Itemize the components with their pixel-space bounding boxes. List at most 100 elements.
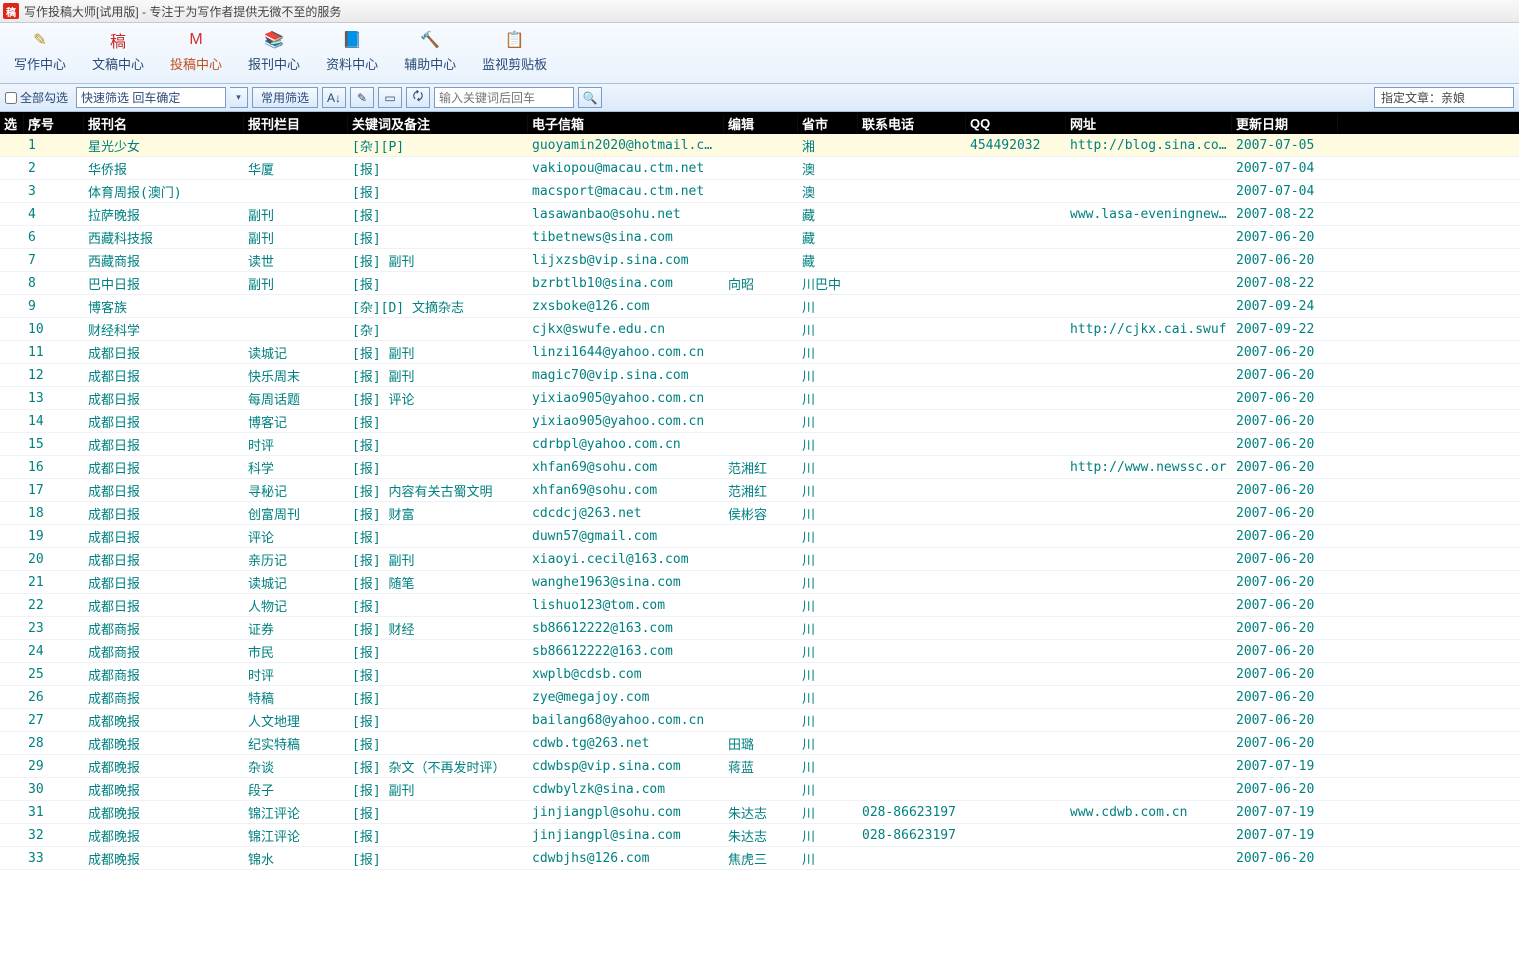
cell-section: 时评 bbox=[244, 665, 348, 684]
toolbar-doc-button[interactable]: 稿文稿中心 bbox=[84, 26, 152, 76]
col-index[interactable]: 序号 bbox=[24, 114, 84, 133]
cell-idx: 16 bbox=[24, 460, 84, 475]
table-row[interactable]: 25成都商报时评[报]xwplb@cdsb.com川2007-06-20 bbox=[0, 663, 1519, 686]
cell-email: jinjiangpl@sina.com bbox=[528, 828, 724, 843]
table-row[interactable]: 4拉萨晚报副刊[报]lasawanbao@sohu.net藏www.lasa-e… bbox=[0, 203, 1519, 226]
cell-region: 川 bbox=[798, 803, 858, 822]
table-row[interactable]: 33成都晚报锦水[报]cdwbjhs@126.com焦虎三川2007-06-20 bbox=[0, 847, 1519, 870]
table-row[interactable]: 6西藏科技报副刊[报]tibetnews@sina.com藏2007-06-20 bbox=[0, 226, 1519, 249]
table-row[interactable]: 10财经科学[杂]cjkx@swufe.edu.cn川http://cjkx.c… bbox=[0, 318, 1519, 341]
sort-az-button[interactable]: A↓ bbox=[322, 87, 346, 108]
cell-date: 2007-07-05 bbox=[1232, 138, 1338, 153]
col-qq[interactable]: QQ bbox=[966, 116, 1066, 131]
table-row[interactable]: 23成都商报证券[报] 财经sb86612222@163.com川2007-06… bbox=[0, 617, 1519, 640]
edit-cell-button[interactable]: ▭ bbox=[378, 87, 402, 108]
table-row[interactable]: 7西藏商报读世[报] 副刊lijxzsb@vip.sina.com藏2007-0… bbox=[0, 249, 1519, 272]
table-row[interactable]: 27成都晚报人文地理[报]bailang68@yahoo.com.cn川2007… bbox=[0, 709, 1519, 732]
table-row[interactable]: 17成都日报寻秘记[报] 内容有关古蜀文明xhfan69@sohu.com范湘红… bbox=[0, 479, 1519, 502]
cell-name: 成都晚报 bbox=[84, 711, 244, 730]
edit-pencil-button[interactable]: ✎ bbox=[350, 87, 374, 108]
window-titlebar: 稿 写作投稿大师[试用版] - 专注于为写作者提供无微不至的服务 bbox=[0, 0, 1519, 23]
table-row[interactable]: 15成都日报时评[报]cdrbpl@yahoo.com.cn川2007-06-2… bbox=[0, 433, 1519, 456]
cell-name: 巴中日报 bbox=[84, 274, 244, 293]
col-url[interactable]: 网址 bbox=[1066, 114, 1232, 133]
table-row[interactable]: 14成都日报博客记[报]yixiao905@yahoo.com.cn川2007-… bbox=[0, 410, 1519, 433]
toolbar-data-button[interactable]: 📘资料中心 bbox=[318, 26, 386, 76]
cell-region: 川 bbox=[798, 619, 858, 638]
table-row[interactable]: 26成都商报特稿[报]zye@megajoy.com川2007-06-20 bbox=[0, 686, 1519, 709]
col-editor[interactable]: 编辑 bbox=[724, 114, 798, 133]
toolbar-clip-button[interactable]: 📋监视剪贴板 bbox=[474, 26, 555, 76]
col-section[interactable]: 报刊栏目 bbox=[244, 114, 348, 133]
keyword-search-input[interactable] bbox=[434, 87, 574, 108]
cell-name: 成都商报 bbox=[84, 688, 244, 707]
cell-idx: 9 bbox=[24, 299, 84, 314]
cell-region: 川 bbox=[798, 343, 858, 362]
search-button[interactable]: 🔍 bbox=[578, 87, 602, 108]
common-filter-button[interactable]: 常用筛选 bbox=[252, 87, 318, 108]
cell-date: 2007-08-22 bbox=[1232, 207, 1338, 222]
table-row[interactable]: 21成都日报读城记[报] 随笔wanghe1963@sina.com川2007-… bbox=[0, 571, 1519, 594]
col-phone[interactable]: 联系电话 bbox=[858, 114, 966, 133]
table-row[interactable]: 30成都晚报段子[报] 副刊cdwbylzk@sina.com川2007-06-… bbox=[0, 778, 1519, 801]
toolbar-aux-button[interactable]: 🔨辅助中心 bbox=[396, 26, 464, 76]
table-row[interactable]: 9博客族[杂][D] 文摘杂志zxsboke@126.com川2007-09-2… bbox=[0, 295, 1519, 318]
refresh-button[interactable]: 🗘 bbox=[406, 87, 430, 108]
col-date[interactable]: 更新日期 bbox=[1232, 114, 1338, 133]
table-row[interactable]: 1星光少女[杂][P]guoyamin2020@hotmail.com湘4544… bbox=[0, 134, 1519, 157]
table-row[interactable]: 20成都日报亲历记[报] 副刊xiaoyi.cecil@163.com川2007… bbox=[0, 548, 1519, 571]
select-all-label: 全部勾选 bbox=[20, 89, 68, 106]
col-select[interactable]: 选 bbox=[0, 114, 24, 133]
table-row[interactable]: 11成都日报读城记[报] 副刊linzi1644@yahoo.com.cn川20… bbox=[0, 341, 1519, 364]
cell-email: vakiopou@macau.ctm.net bbox=[528, 161, 724, 176]
table-row[interactable]: 31成都晚报锦江评论[报]jinjiangpl@sohu.com朱达志川028-… bbox=[0, 801, 1519, 824]
table-body[interactable]: 1星光少女[杂][P]guoyamin2020@hotmail.com湘4544… bbox=[0, 134, 1519, 964]
table-row[interactable]: 12成都日报快乐周末[报] 副刊magic70@vip.sina.com川200… bbox=[0, 364, 1519, 387]
select-all-checkbox[interactable]: 全部勾选 bbox=[5, 89, 68, 106]
table-row[interactable]: 32成都晚报锦江评论[报]jinjiangpl@sina.com朱达志川028-… bbox=[0, 824, 1519, 847]
quick-filter-input[interactable] bbox=[76, 87, 226, 108]
cell-section: 创富周刊 bbox=[244, 504, 348, 523]
cell-region: 川 bbox=[798, 297, 858, 316]
cell-url: http://cjkx.cai.swuf bbox=[1066, 322, 1232, 337]
cell-email: cjkx@swufe.edu.cn bbox=[528, 322, 724, 337]
col-email[interactable]: 电子信箱 bbox=[528, 114, 724, 133]
table-row[interactable]: 3体育周报(澳门)[报]macsport@macau.ctm.net澳2007-… bbox=[0, 180, 1519, 203]
table-row[interactable]: 2华侨报华厦[报]vakiopou@macau.ctm.net澳2007-07-… bbox=[0, 157, 1519, 180]
table-row[interactable]: 29成都晚报杂谈[报] 杂文（不再发时评）cdwbsp@vip.sina.com… bbox=[0, 755, 1519, 778]
cell-date: 2007-06-20 bbox=[1232, 253, 1338, 268]
col-keywords[interactable]: 关键词及备注 bbox=[348, 114, 528, 133]
cell-section: 副刊 bbox=[244, 205, 348, 224]
col-region[interactable]: 省市 bbox=[798, 114, 858, 133]
table-row[interactable]: 13成都日报每周话题[报] 评论yixiao905@yahoo.com.cn川2… bbox=[0, 387, 1519, 410]
write-icon: ✎ bbox=[29, 29, 51, 51]
cell-email: sb86612222@163.com bbox=[528, 644, 724, 659]
cell-idx: 17 bbox=[24, 483, 84, 498]
filter-bar: 全部勾选 ▾ 常用筛选 A↓ ✎ ▭ 🗘 🔍 指定文章：亲娘 bbox=[0, 84, 1519, 112]
cell-editor: 范湘红 bbox=[724, 458, 798, 477]
cell-email: cdwb.tg@263.net bbox=[528, 736, 724, 751]
toolbar-write-button[interactable]: ✎写作中心 bbox=[6, 26, 74, 76]
table-row[interactable]: 19成都日报评论[报]duwn57@gmail.com川2007-06-20 bbox=[0, 525, 1519, 548]
cell-section: 副刊 bbox=[244, 274, 348, 293]
cell-name: 成都商报 bbox=[84, 642, 244, 661]
cell-date: 2007-06-20 bbox=[1232, 782, 1338, 797]
col-name[interactable]: 报刊名 bbox=[84, 114, 244, 133]
cell-region: 川 bbox=[798, 504, 858, 523]
cell-email: xiaoyi.cecil@163.com bbox=[528, 552, 724, 567]
toolbar-submit-button[interactable]: M投稿中心 bbox=[162, 26, 230, 76]
table-row[interactable]: 28成都晚报纪实特稿[报]cdwb.tg@263.net田璐川2007-06-2… bbox=[0, 732, 1519, 755]
cell-region: 川 bbox=[798, 596, 858, 615]
cell-region: 川 bbox=[798, 366, 858, 385]
table-row[interactable]: 8巴中日报副刊[报]bzrbtlb10@sina.com向昭川巴中2007-08… bbox=[0, 272, 1519, 295]
cell-region: 川 bbox=[798, 573, 858, 592]
table-row[interactable]: 24成都商报市民[报]sb86612222@163.com川2007-06-20 bbox=[0, 640, 1519, 663]
cell-region: 川 bbox=[798, 412, 858, 431]
toolbar-pub-button[interactable]: 📚报刊中心 bbox=[240, 26, 308, 76]
table-row[interactable]: 22成都日报人物记[报]lishuo123@tom.com川2007-06-20 bbox=[0, 594, 1519, 617]
table-row[interactable]: 18成都日报创富周刊[报] 财富cdcdcj@263.net侯彬容川2007-0… bbox=[0, 502, 1519, 525]
table-row[interactable]: 16成都日报科学[报]xhfan69@sohu.com范湘红川http://ww… bbox=[0, 456, 1519, 479]
cell-name: 西藏科技报 bbox=[84, 228, 244, 247]
select-all-input[interactable] bbox=[5, 92, 17, 104]
quick-filter-dropdown[interactable]: ▾ bbox=[230, 87, 248, 108]
